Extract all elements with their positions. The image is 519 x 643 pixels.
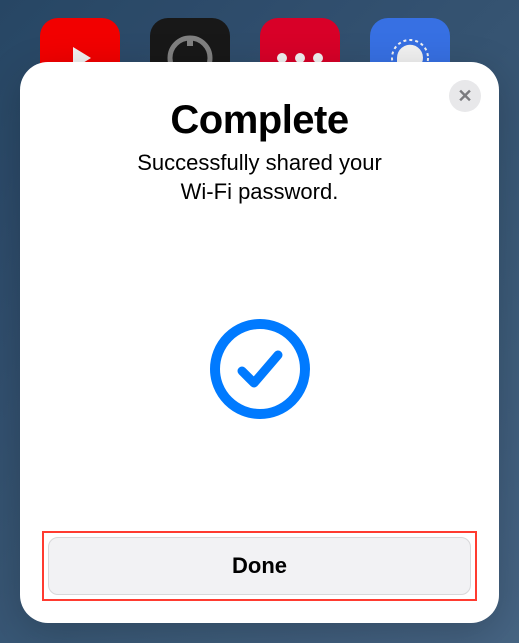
checkmark-icon [234, 343, 286, 395]
sheet-title: Complete [42, 98, 477, 143]
success-icon-container [42, 206, 477, 531]
done-button[interactable]: Done [48, 537, 471, 595]
completion-sheet: ✕ Complete Successfully shared your Wi-F… [20, 62, 499, 623]
done-button-highlight: Done [42, 531, 477, 601]
close-icon: ✕ [457, 86, 472, 107]
checkmark-circle-icon [210, 319, 310, 419]
close-button[interactable]: ✕ [449, 80, 481, 112]
sheet-subtitle: Successfully shared your Wi-Fi password. [42, 149, 477, 206]
